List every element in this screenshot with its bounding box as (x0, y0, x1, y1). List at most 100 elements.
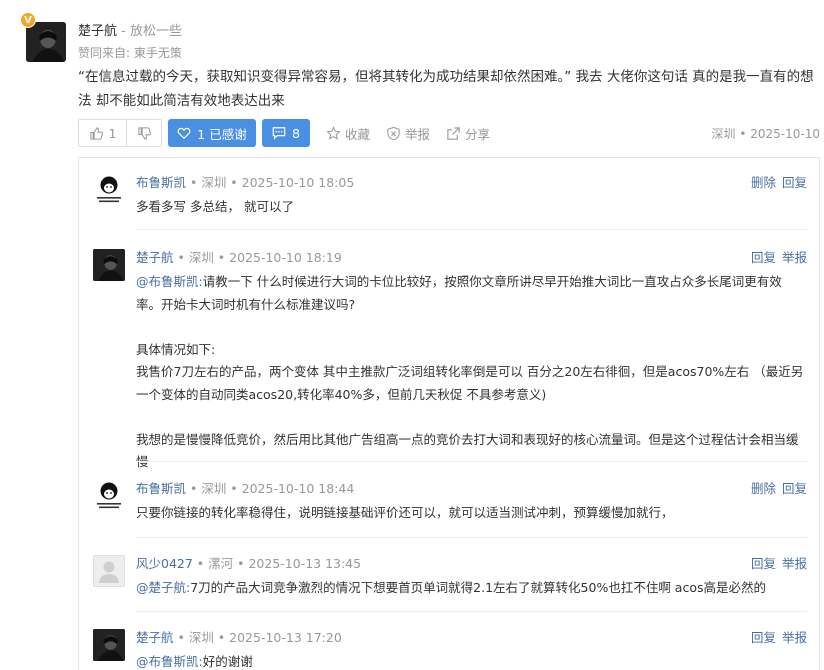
reply-header: 楚子航 • 深圳 • 2025-10-10 18:19 (136, 249, 342, 267)
reply-line: @布鲁斯凯:好的谢谢 (136, 651, 806, 670)
share-icon (447, 126, 460, 140)
comment-meta: 深圳 • 2025-10-10 (711, 127, 820, 141)
upvote-button[interactable]: 1 (78, 119, 126, 147)
comments-button[interactable]: 8 (262, 119, 310, 147)
reply-line: 只要你链接的转化率稳得住，说明链接基础评价还可以，就可以适当测试冲刺，预算缓慢加… (136, 505, 674, 520)
reply-line-text: 好的谢谢 (202, 654, 253, 669)
thanks-label: 1 已感谢 (197, 126, 247, 142)
report-link[interactable]: 举报 (782, 630, 807, 645)
report-link[interactable]: 举报 (782, 556, 807, 571)
reply-item: 布鲁斯凯 • 深圳 • 2025-10-10 18:05 删除 回复 多看多写 多… (93, 174, 807, 224)
collect-label: 收藏 (345, 126, 371, 142)
avatar-image (93, 174, 125, 206)
reply-text: @楚子航:7刀的产品大词竞争激烈的情况下想要首页单词就得2.1左右了就算转化50… (136, 577, 806, 600)
reply-thread: 布鲁斯凯 • 深圳 • 2025-10-10 18:05 删除 回复 多看多写 多… (78, 157, 820, 670)
comment-header: 楚子航 - 放松一些 (78, 22, 182, 42)
avatar-image (93, 480, 125, 512)
delete-link[interactable]: 删除 (751, 175, 776, 190)
reply-line-text: 请教一下 什么时候进行大词的卡位比较好，按照你文章所讲尽早开始推大词比一直攻占众… (136, 274, 782, 312)
verified-badge: V (20, 12, 36, 28)
divider (136, 229, 807, 230)
author-signature: 放松一些 (129, 24, 182, 39)
reply-meta: • 深圳 • 2025-10-13 17:20 (173, 630, 342, 645)
reply-avatar[interactable] (93, 555, 125, 587)
reply-header: 布鲁斯凯 • 深圳 • 2025-10-10 18:44 (136, 480, 354, 498)
comment-icon (272, 127, 286, 140)
reply-meta: • 深圳 • 2025-10-10 18:44 (186, 481, 355, 496)
reply-meta: • 漯河 • 2025-10-13 13:45 (192, 556, 362, 571)
mention-link[interactable]: @布鲁斯凯: (136, 654, 203, 669)
reply-ops: 删除 回复 (745, 480, 807, 498)
reply-header: 风少0427 • 漯河 • 2025-10-13 13:45 (136, 555, 361, 573)
reply-link[interactable]: 回复 (782, 481, 807, 496)
reply-item: 布鲁斯凯 • 深圳 • 2025-10-10 18:44 删除 回复 只要你链接的… (93, 480, 807, 530)
avatar-image (26, 22, 66, 62)
reply-ops: 回复 举报 (745, 629, 807, 647)
reply-item: 楚子航 • 深圳 • 2025-10-13 17:20 回复 举报 @布鲁斯凯:好… (93, 629, 807, 670)
reply-ops: 回复 举报 (745, 249, 807, 267)
reply-line: 多看多写 多总结， 就可以了 (136, 199, 294, 214)
reply-text: 只要你链接的转化率稳得住，说明链接基础评价还可以，就可以适当测试冲刺，预算缓慢加… (136, 502, 806, 525)
divider (136, 461, 807, 462)
collect-button[interactable]: 收藏 (326, 124, 370, 143)
upvote-count: 1 (108, 125, 117, 141)
reply-ops: 回复 举报 (745, 555, 807, 573)
share-button[interactable]: 分享 (446, 124, 490, 143)
reply-author[interactable]: 布鲁斯凯 (136, 481, 186, 496)
comments-count: 8 (292, 125, 300, 141)
reply-item: 风少0427 • 漯河 • 2025-10-13 13:45 回复 举报 @楚子航… (93, 555, 807, 605)
avatar[interactable] (26, 22, 66, 62)
reply-line: @布鲁斯凯:请教一下 什么时候进行大词的卡位比较好，按照你文章所讲尽早开始推大词… (136, 271, 806, 316)
divider (136, 611, 807, 612)
star-icon (326, 125, 341, 140)
author-name[interactable]: 楚子航 (78, 24, 117, 39)
reply-avatar[interactable] (93, 249, 125, 281)
shield-icon (387, 126, 400, 140)
reply-link[interactable]: 回复 (751, 630, 776, 645)
reply-link[interactable]: 回复 (782, 175, 807, 190)
reply-link[interactable]: 回复 (751, 250, 776, 265)
divider (136, 537, 807, 538)
avatar-image (93, 249, 125, 281)
report-label: 举报 (405, 126, 431, 142)
comment-text: “在信息过载的今天，获取知识变得异常容易，但将其转化为成功结果却依然困难。” 我… (78, 69, 814, 109)
downvote-button[interactable] (126, 119, 162, 147)
reply-avatar[interactable] (93, 629, 125, 661)
separator: - (117, 24, 130, 39)
reply-item: 楚子航 • 深圳 • 2025-10-10 18:19 回复 举报 @布鲁斯凯:请… (93, 249, 807, 469)
mention-link[interactable]: @楚子航: (136, 580, 190, 595)
reply-line: 我想的是慢慢降低竞价，然后用比其他广告组高一点的竞价去打大词和表现好的核心流量词… (136, 431, 799, 470)
report-button[interactable]: 举报 (386, 124, 430, 143)
reply-line-text: 7刀的产品大词竞争激烈的情况下想要首页单词就得2.1左右了就算转化50%也扛不住… (190, 580, 767, 595)
reply-ops: 删除 回复 (745, 174, 807, 192)
delete-link[interactable]: 删除 (751, 481, 776, 496)
reply-author[interactable]: 楚子航 (136, 630, 174, 645)
share-label: 分享 (465, 126, 491, 142)
reply-text: @布鲁斯凯:好的谢谢 (136, 651, 806, 670)
reply-line: 我售价7刀左右的产品，两个变体 其中主推款广泛词组转化率倒是可以 百分之20左右… (136, 364, 804, 402)
reply-line: @楚子航:7刀的产品大词竞争激烈的情况下想要首页单词就得2.1左右了就算转化50… (136, 577, 806, 600)
reply-header: 布鲁斯凯 • 深圳 • 2025-10-10 18:05 (136, 174, 354, 192)
reply-avatar[interactable] (93, 480, 125, 512)
reply-author[interactable]: 楚子航 (136, 250, 174, 265)
heart-icon (177, 127, 191, 140)
reply-author[interactable]: 布鲁斯凯 (136, 175, 186, 190)
reply-link[interactable]: 回复 (751, 556, 776, 571)
avatar-image (93, 629, 125, 661)
reply-text: 多看多写 多总结， 就可以了 (136, 196, 806, 219)
thanks-button[interactable]: 1 已感谢 (168, 119, 256, 147)
reply-header: 楚子航 • 深圳 • 2025-10-13 17:20 (136, 629, 342, 647)
thumb-up-icon (89, 126, 103, 140)
mention-link[interactable]: @布鲁斯凯: (136, 274, 203, 289)
reply-line: 具体情况如下: (136, 341, 216, 357)
reply-meta: • 深圳 • 2025-10-10 18:05 (186, 175, 355, 190)
report-link[interactable]: 举报 (782, 250, 807, 265)
thumb-down-icon (137, 126, 151, 140)
upvote-source: 赞同来自: 東手无策 (78, 46, 182, 60)
reply-avatar[interactable] (93, 174, 125, 206)
comment-actions: 1 1 已感谢 8 收藏 举报 分享 (78, 119, 490, 147)
default-avatar-icon (94, 556, 124, 586)
reply-author[interactable]: 风少0427 (136, 556, 193, 571)
